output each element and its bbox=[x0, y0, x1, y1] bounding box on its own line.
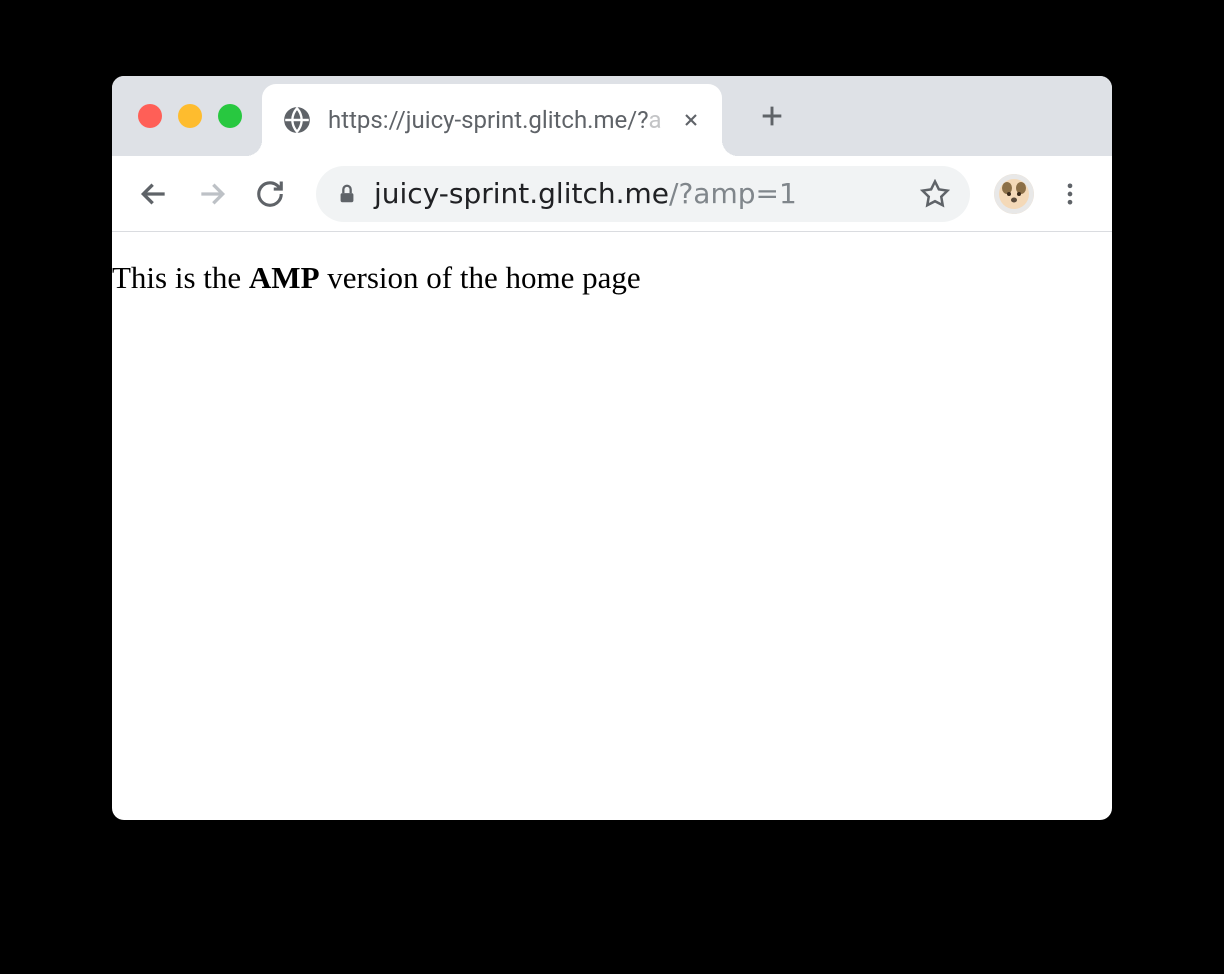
page-body-text: This is the AMP version of the home page bbox=[112, 258, 1112, 298]
toolbar: juicy-sprint.glitch.me/?amp=1 bbox=[112, 156, 1112, 232]
page-content: This is the AMP version of the home page bbox=[112, 232, 1112, 298]
globe-icon bbox=[282, 105, 312, 135]
menu-button[interactable] bbox=[1048, 172, 1092, 216]
forward-button[interactable] bbox=[190, 172, 234, 216]
profile-avatar[interactable] bbox=[994, 174, 1034, 214]
maximize-window-button[interactable] bbox=[218, 104, 242, 128]
address-bar[interactable]: juicy-sprint.glitch.me/?amp=1 bbox=[316, 166, 970, 222]
tab-title: https://juicy-sprint.glitch.me/?a bbox=[328, 106, 676, 134]
url-text: juicy-sprint.glitch.me/?amp=1 bbox=[374, 177, 904, 210]
browser-window: https://juicy-sprint.glitch.me/?a bbox=[112, 76, 1112, 820]
bookmark-star-icon[interactable] bbox=[920, 179, 950, 209]
close-tab-button[interactable] bbox=[676, 105, 706, 135]
browser-tab[interactable]: https://juicy-sprint.glitch.me/?a bbox=[262, 84, 722, 156]
close-window-button[interactable] bbox=[138, 104, 162, 128]
back-button[interactable] bbox=[132, 172, 176, 216]
reload-button[interactable] bbox=[248, 172, 292, 216]
lock-icon bbox=[336, 183, 358, 205]
new-tab-button[interactable] bbox=[752, 96, 792, 136]
minimize-window-button[interactable] bbox=[178, 104, 202, 128]
window-controls bbox=[112, 104, 242, 128]
tab-bar: https://juicy-sprint.glitch.me/?a bbox=[112, 76, 1112, 156]
